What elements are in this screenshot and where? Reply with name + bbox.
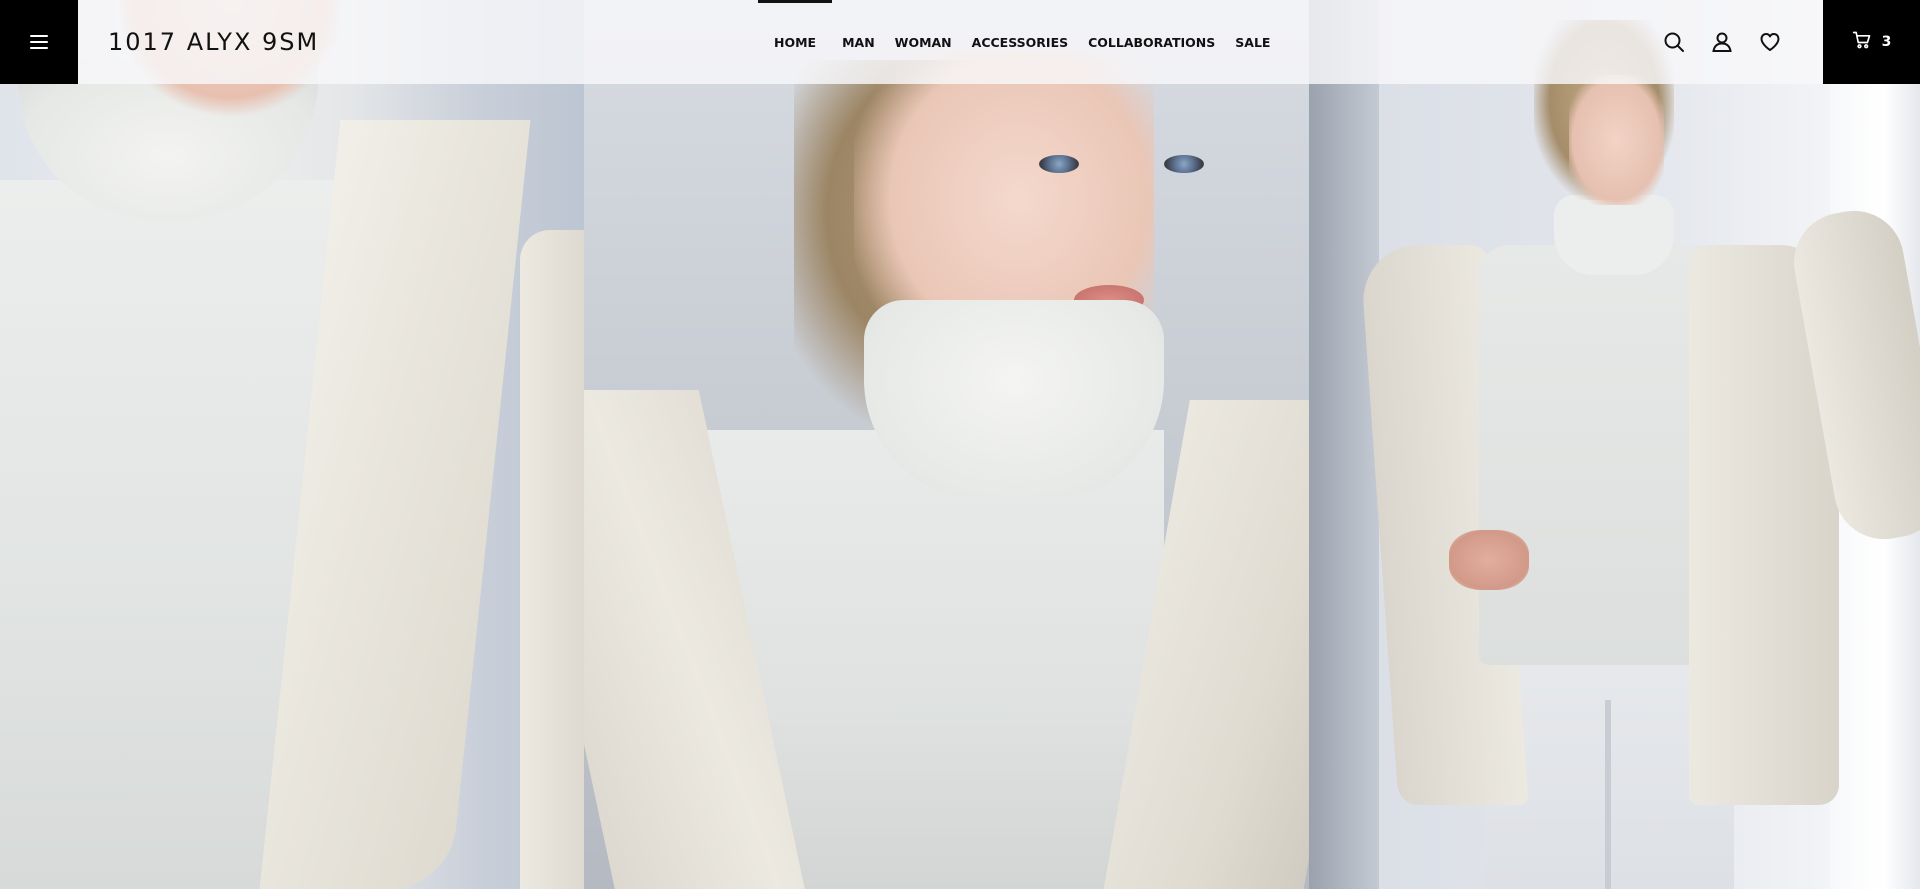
hero-gallery <box>0 0 1920 889</box>
page: 1017 ALYX 9SM HOME MAN WOMAN ACCESSORIES… <box>0 0 1920 889</box>
site-logo[interactable]: 1017 ALYX 9SM <box>108 28 319 56</box>
hero-image-left[interactable] <box>0 0 584 889</box>
site-header: 1017 ALYX 9SM HOME MAN WOMAN ACCESSORIES… <box>0 0 1920 84</box>
search-icon[interactable] <box>1660 28 1688 56</box>
header-actions <box>1660 0 1784 84</box>
nav-item-man[interactable]: MAN <box>832 0 885 84</box>
user-icon[interactable] <box>1708 28 1736 56</box>
hamburger-menu-icon <box>30 35 48 49</box>
menu-button[interactable] <box>0 0 78 84</box>
hero-image-center[interactable] <box>584 0 1309 889</box>
nav-item-sale[interactable]: SALE <box>1225 0 1280 84</box>
nav-item-woman[interactable]: WOMAN <box>885 0 962 84</box>
main-nav: HOME MAN WOMAN ACCESSORIES COLLABORATION… <box>758 0 1280 84</box>
nav-item-home[interactable]: HOME <box>758 0 833 84</box>
hero-image-right[interactable] <box>1309 0 1920 889</box>
cart-button[interactable]: 3 <box>1823 0 1920 84</box>
cart-icon <box>1852 30 1872 55</box>
heart-icon[interactable] <box>1756 28 1784 56</box>
nav-item-collaborations[interactable]: COLLABORATIONS <box>1078 0 1225 84</box>
nav-item-accessories[interactable]: ACCESSORIES <box>962 0 1078 84</box>
cart-count-badge: 3 <box>1881 34 1892 50</box>
